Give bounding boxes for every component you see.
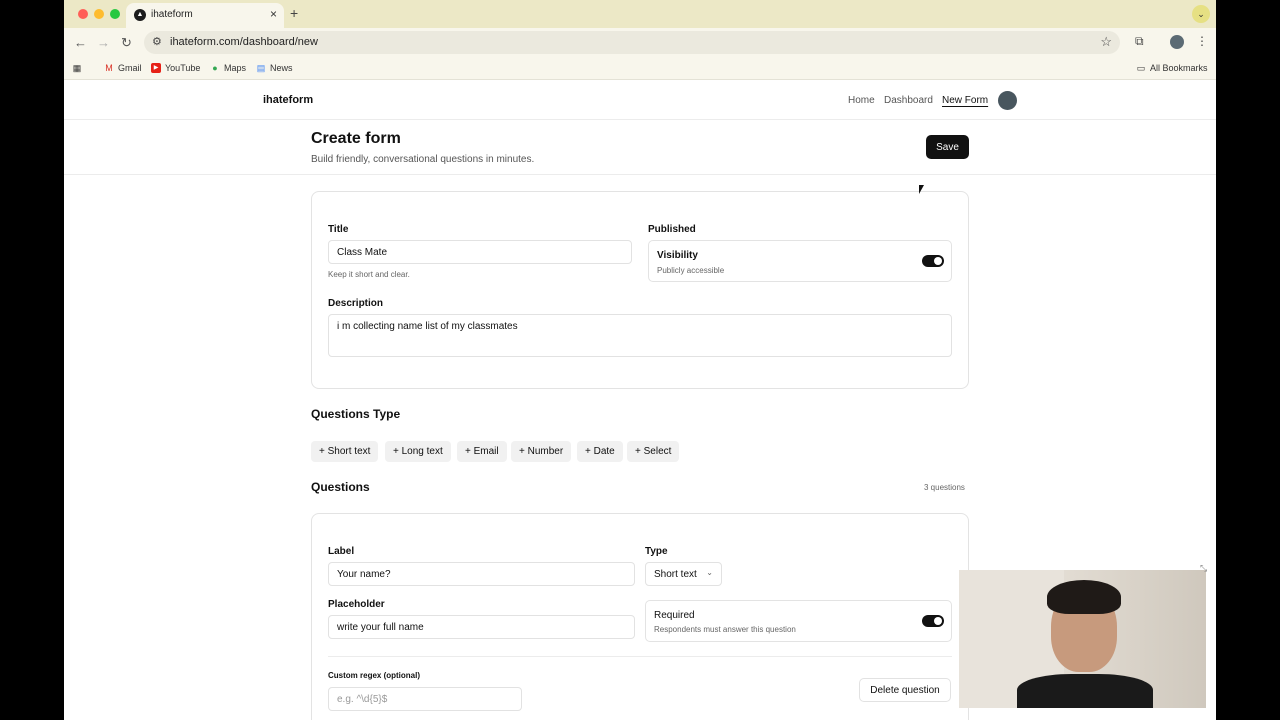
visibility-hint: Publicly accessible	[657, 266, 725, 275]
visibility-label: Visibility	[657, 250, 698, 261]
regex-input[interactable]: e.g. ^\d{5}$	[328, 687, 522, 711]
address-bar[interactable]: ⚙ ihateform.com/dashboard/new ☆	[144, 31, 1120, 54]
nav-home[interactable]: Home	[848, 95, 875, 106]
description-textarea[interactable]: i m collecting name list of my classmate…	[328, 314, 952, 357]
tab-close-icon[interactable]: ×	[270, 7, 277, 21]
add-short-text-button[interactable]: + Short text	[311, 441, 379, 462]
bookmark-maps[interactable]: ● Maps	[210, 63, 246, 73]
gmail-icon: M	[105, 63, 113, 73]
user-avatar[interactable]	[998, 91, 1017, 110]
question-placeholder-label: Placeholder	[328, 599, 385, 610]
url-text: ihateform.com/dashboard/new	[170, 36, 318, 48]
add-long-text-button[interactable]: + Long text	[385, 441, 451, 462]
add-date-button[interactable]: + Date	[577, 441, 623, 462]
brand-logo[interactable]: ihateform	[263, 94, 313, 106]
browser-tab[interactable]: ▲ ihateform ×	[126, 3, 284, 28]
tab-title: ihateform	[151, 9, 193, 20]
tab-search-icon[interactable]: ⌄	[1192, 5, 1210, 23]
add-number-button[interactable]: + Number	[511, 441, 572, 462]
webcam-expand-icon[interactable]: ⤡	[1200, 563, 1207, 574]
description-label: Description	[328, 298, 384, 309]
title-label: Title	[328, 224, 349, 235]
back-icon[interactable]: ←	[74, 35, 87, 50]
nav-dashboard[interactable]: Dashboard	[884, 95, 933, 106]
mouse-cursor-icon	[919, 185, 927, 194]
site-favicon-icon: ▲	[134, 9, 146, 21]
apps-grid-icon[interactable]: ▦	[72, 63, 82, 73]
bookmark-star-icon[interactable]: ☆	[1100, 34, 1112, 50]
browser-window: ▲ ihateform × + ⌄ ← → ↻ ⚙ ihateform.com/…	[64, 0, 1216, 720]
maximize-window-button[interactable]	[110, 9, 120, 19]
youtube-icon: ▶	[151, 63, 161, 73]
published-label: Published	[648, 224, 696, 235]
folder-icon: ▭	[1136, 63, 1146, 73]
bookmark-gmail[interactable]: M Gmail	[104, 63, 141, 73]
add-email-button[interactable]: + Email	[457, 441, 507, 462]
divider	[64, 174, 1216, 175]
question-types-heading: Questions Type	[311, 407, 401, 421]
required-label: Required	[654, 610, 695, 621]
profile-avatar-icon[interactable]	[1170, 35, 1184, 49]
maps-pin-icon: ●	[212, 63, 218, 73]
form-settings-card: Title Class Mate Keep it short and clear…	[311, 191, 969, 389]
new-tab-icon[interactable]: +	[290, 5, 298, 21]
news-icon: ▤	[256, 63, 266, 73]
question-type-select[interactable]: Short text ⌄	[645, 562, 722, 586]
reload-icon[interactable]: ↻	[121, 35, 132, 51]
bookmarks-bar: ▦ M Gmail ▶ YouTube ● Maps ▤ News ▭ All …	[64, 58, 1216, 80]
browser-menu-icon[interactable]: ⋮	[1196, 34, 1208, 48]
delete-question-button[interactable]: Delete question	[859, 678, 951, 702]
extensions-icon[interactable]: ⧉	[1135, 34, 1144, 49]
add-select-button[interactable]: + Select	[627, 441, 680, 462]
required-hint: Respondents must answer this question	[654, 625, 796, 634]
page-subtitle: Build friendly, conversational questions…	[311, 154, 535, 165]
save-button[interactable]: Save	[926, 135, 969, 159]
questions-heading: Questions	[311, 480, 370, 494]
site-info-icon[interactable]: ⚙	[152, 35, 162, 48]
all-bookmarks[interactable]: ▭ All Bookmarks	[1136, 63, 1208, 73]
bookmark-youtube[interactable]: ▶ YouTube	[151, 63, 200, 73]
question-label-input[interactable]: Your name?	[328, 562, 635, 586]
close-window-button[interactable]	[78, 9, 88, 19]
minimize-window-button[interactable]	[94, 9, 104, 19]
question-count: 3 questions	[924, 483, 965, 492]
question-type-value: Short text	[654, 569, 697, 580]
visibility-toggle[interactable]	[922, 255, 944, 267]
question-label-label: Label	[328, 546, 355, 557]
visibility-panel: Visibility Publicly accessible	[648, 240, 952, 282]
question-type-label: Type	[645, 546, 668, 557]
chevron-down-icon: ⌄	[706, 568, 713, 577]
title-hint: Keep it short and clear.	[328, 270, 410, 279]
forward-icon[interactable]: →	[97, 35, 110, 50]
webcam-overlay	[959, 570, 1206, 708]
page-title: Create form	[311, 130, 401, 147]
divider	[328, 656, 952, 657]
tab-strip: ▲ ihateform × + ⌄	[64, 0, 1216, 28]
browser-toolbar: ← → ↻ ⚙ ihateform.com/dashboard/new ☆ ⧉ …	[64, 28, 1216, 58]
nav-new-form[interactable]: New Form	[942, 95, 988, 106]
regex-label: Custom regex (optional)	[328, 671, 421, 680]
site-header: ihateform Home Dashboard New Form	[64, 81, 1216, 120]
question-placeholder-input[interactable]: write your full name	[328, 615, 635, 639]
required-toggle[interactable]	[922, 615, 944, 627]
bookmark-news[interactable]: ▤ News	[256, 63, 293, 73]
title-input[interactable]: Class Mate	[328, 240, 632, 264]
required-panel: Required Respondents must answer this qu…	[645, 600, 952, 642]
